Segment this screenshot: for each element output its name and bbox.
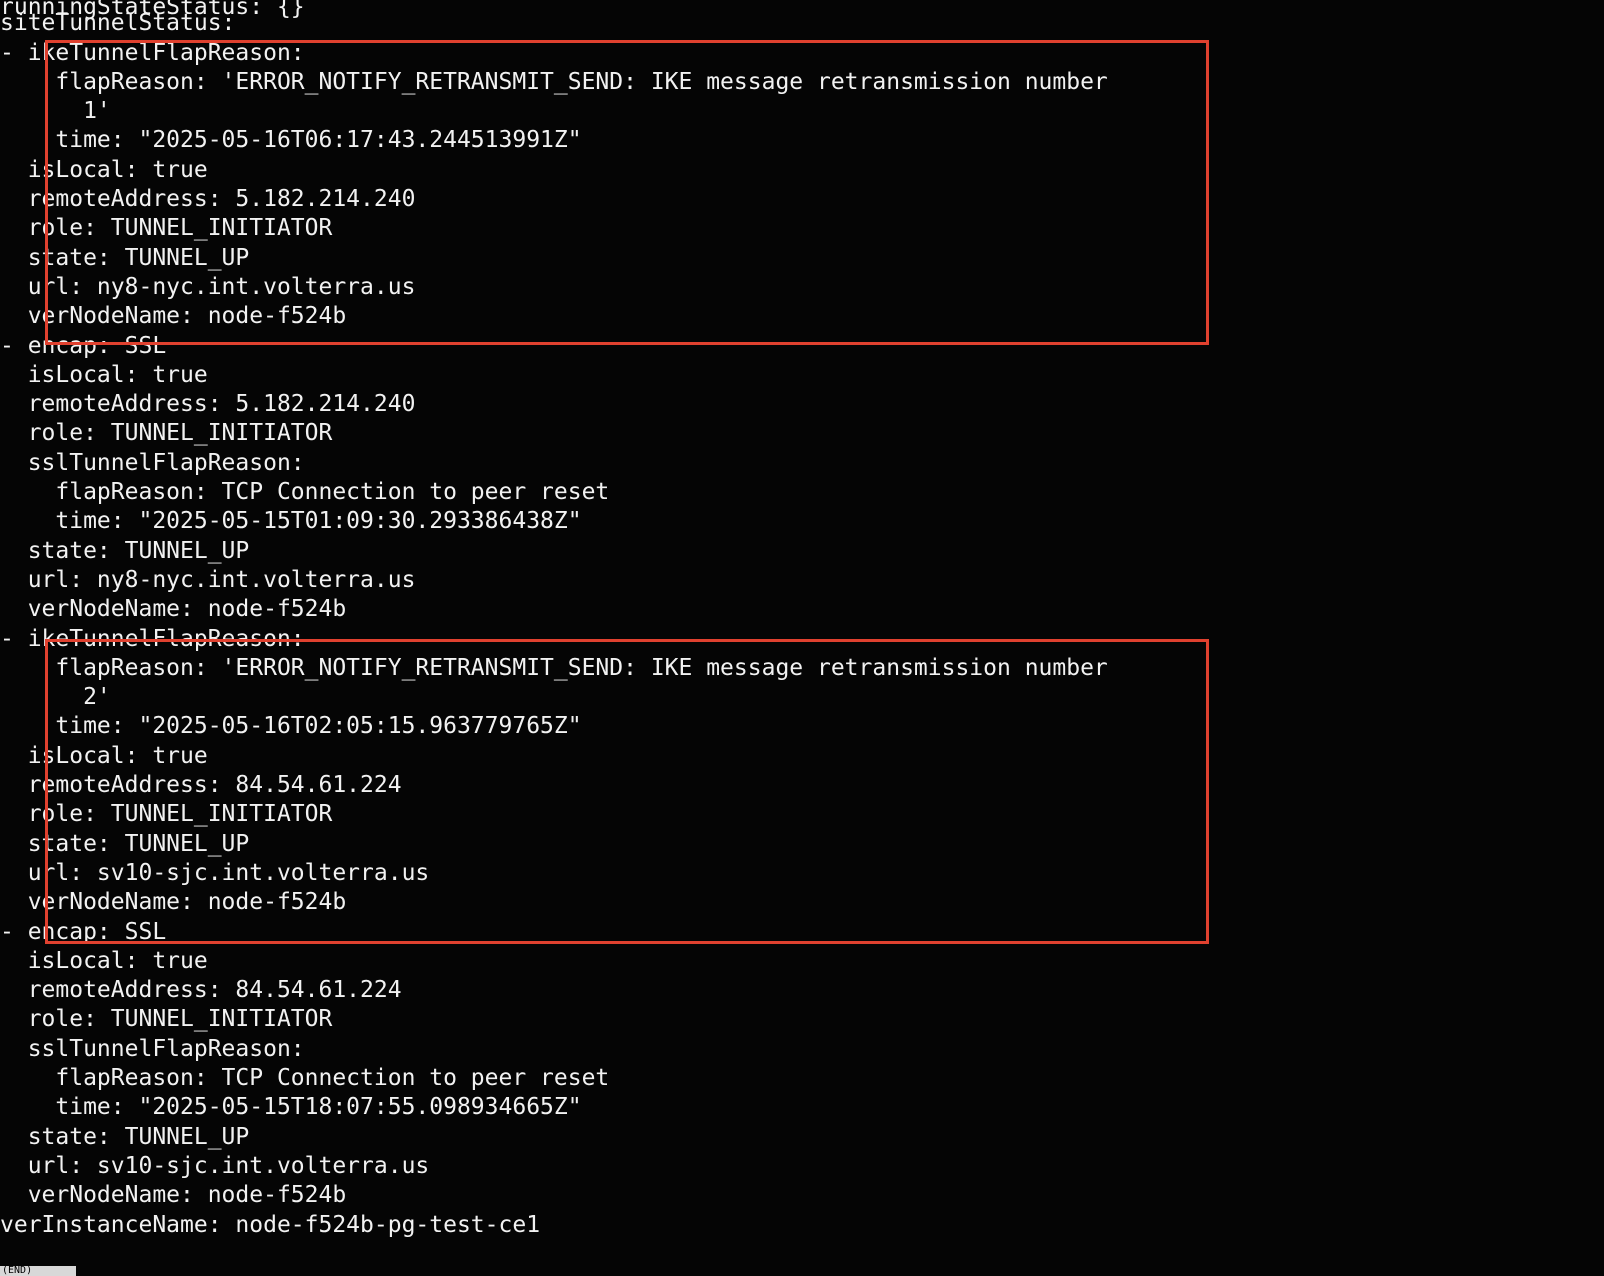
terminal-output: runningStateStatus: {} siteTunnelStatus:… bbox=[0, 0, 1604, 1276]
terminal-line: role: TUNNEL_INITIATOR bbox=[0, 215, 333, 241]
terminal-line: isLocal: true bbox=[0, 362, 208, 388]
terminal-line: verInstanceName: node-f524b-pg-test-ce1 bbox=[0, 1212, 541, 1238]
pager-prompt[interactable]: (END) bbox=[0, 1266, 76, 1276]
terminal-line: 2' bbox=[0, 684, 111, 710]
terminal-line: state: TUNNEL_UP bbox=[0, 1124, 250, 1150]
terminal-line: - ikeTunnelFlapReason: bbox=[0, 626, 305, 652]
terminal-line: role: TUNNEL_INITIATOR bbox=[0, 1006, 333, 1032]
terminal-line: verNodeName: node-f524b bbox=[0, 303, 347, 329]
terminal-line: - encap: SSL bbox=[0, 919, 167, 945]
terminal-line: isLocal: true bbox=[0, 948, 208, 974]
terminal-line: siteTunnelStatus: bbox=[0, 10, 236, 36]
terminal-line: time: "2025-05-15T18:07:55.098934665Z" bbox=[0, 1094, 582, 1120]
terminal-line: flapReason: 'ERROR_NOTIFY_RETRANSMIT_SEN… bbox=[0, 69, 1108, 95]
terminal-line: flapReason: TCP Connection to peer reset bbox=[0, 479, 610, 505]
terminal-line: - encap: SSL bbox=[0, 333, 167, 359]
terminal-line: isLocal: true bbox=[0, 743, 208, 769]
terminal-line: time: "2025-05-15T01:09:30.293386438Z" bbox=[0, 508, 582, 534]
terminal-line: verNodeName: node-f524b bbox=[0, 1182, 347, 1208]
terminal-line: state: TUNNEL_UP bbox=[0, 538, 250, 564]
terminal-line: 1' bbox=[0, 98, 111, 124]
terminal-line: state: TUNNEL_UP bbox=[0, 245, 250, 271]
terminal-line: remoteAddress: 5.182.214.240 bbox=[0, 391, 416, 417]
terminal-line: isLocal: true bbox=[0, 157, 208, 183]
terminal-window: runningStateStatus: {} siteTunnelStatus:… bbox=[0, 0, 1604, 1276]
terminal-line: verNodeName: node-f524b bbox=[0, 889, 347, 915]
terminal-line: sslTunnelFlapReason: bbox=[0, 450, 305, 476]
terminal-line: url: ny8-nyc.int.volterra.us bbox=[0, 567, 416, 593]
terminal-line: sslTunnelFlapReason: bbox=[0, 1036, 305, 1062]
terminal-line: flapReason: 'ERROR_NOTIFY_RETRANSMIT_SEN… bbox=[0, 655, 1108, 681]
terminal-line: flapReason: TCP Connection to peer reset bbox=[0, 1065, 610, 1091]
terminal-line: state: TUNNEL_UP bbox=[0, 831, 250, 857]
terminal-line: time: "2025-05-16T02:05:15.963779765Z" bbox=[0, 713, 582, 739]
terminal-line: role: TUNNEL_INITIATOR bbox=[0, 801, 333, 827]
terminal-line: remoteAddress: 84.54.61.224 bbox=[0, 772, 402, 798]
terminal-line: time: "2025-05-16T06:17:43.244513991Z" bbox=[0, 127, 582, 153]
terminal-line: url: sv10-sjc.int.volterra.us bbox=[0, 860, 430, 886]
terminal-line: verNodeName: node-f524b bbox=[0, 596, 347, 622]
terminal-line: url: sv10-sjc.int.volterra.us bbox=[0, 1153, 430, 1179]
terminal-line: - ikeTunnelFlapReason: bbox=[0, 40, 305, 66]
terminal-line: remoteAddress: 84.54.61.224 bbox=[0, 977, 402, 1003]
terminal-line: url: ny8-nyc.int.volterra.us bbox=[0, 274, 416, 300]
pager-prompt-text: (END) bbox=[2, 1266, 33, 1276]
terminal-line: remoteAddress: 5.182.214.240 bbox=[0, 186, 416, 212]
terminal-line: role: TUNNEL_INITIATOR bbox=[0, 420, 333, 446]
